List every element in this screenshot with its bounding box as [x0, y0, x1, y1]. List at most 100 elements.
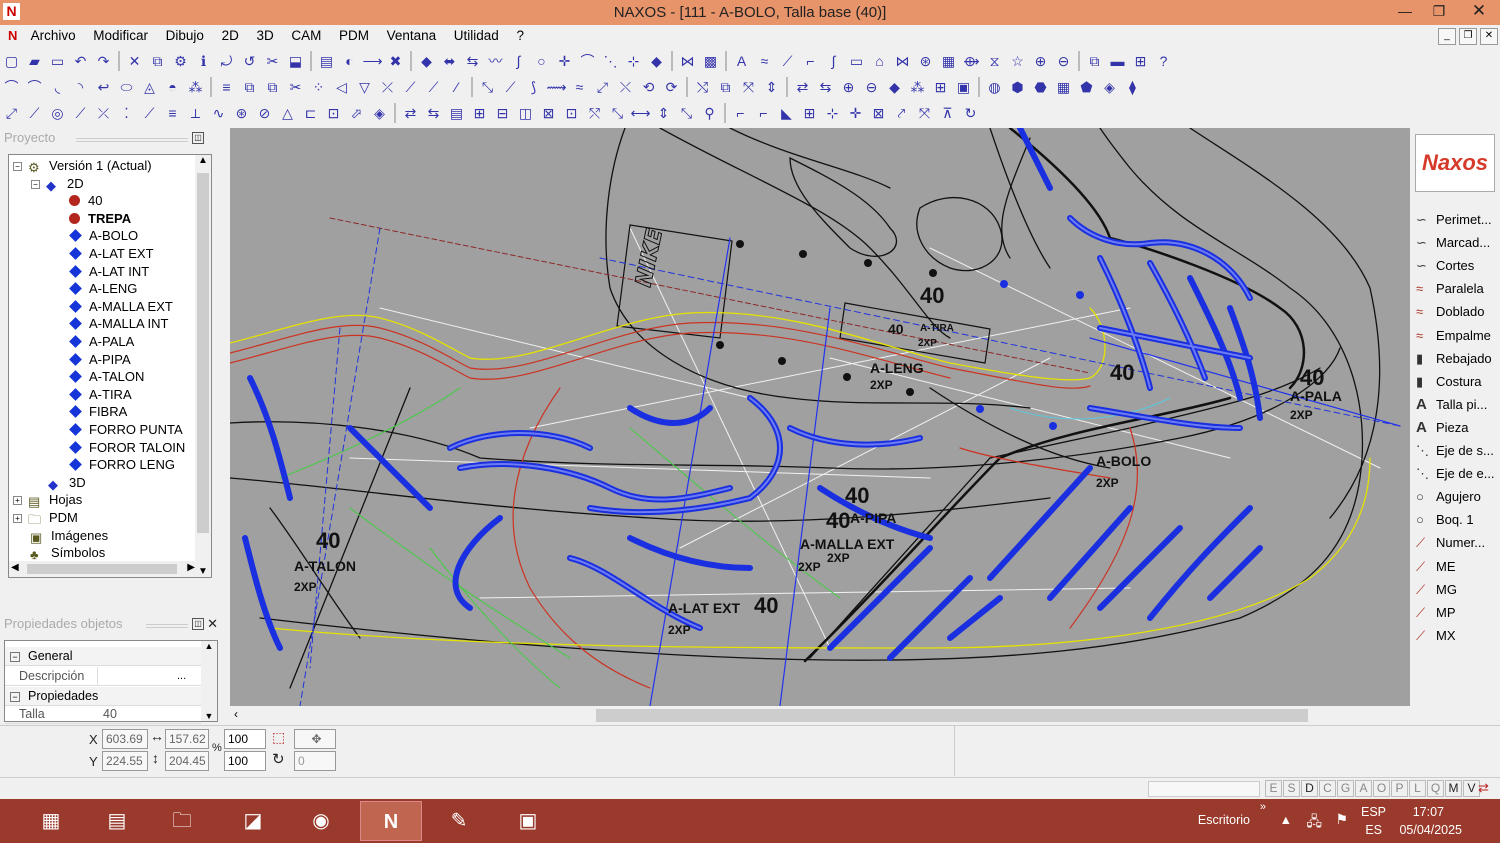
collapse-icon[interactable]: − — [10, 652, 20, 662]
tb3-tool-31-icon[interactable]: ⌐ — [730, 102, 752, 124]
tree-node-s-mbolos[interactable]: ♣ Símbolos — [13, 544, 105, 562]
tb2-tool-29-icon[interactable]: ⤭ — [692, 76, 714, 98]
tree-horizontal-scrollbar[interactable]: ◀ ▶ — [9, 561, 197, 577]
tb1-tool-33-icon[interactable]: ⌐ — [800, 50, 822, 72]
tb1-tool-9-icon[interactable]: ⤾ — [216, 50, 238, 72]
menu-utilidad[interactable]: Utilidad — [447, 25, 506, 46]
height-field[interactable]: 204.45 — [165, 751, 209, 771]
prop-category-general[interactable]: − General — [5, 647, 201, 666]
tb3-tool-20-icon[interactable]: ⊞ — [469, 102, 491, 124]
tb2-tool-44-icon[interactable]: ▦ — [1053, 76, 1075, 98]
chrome-taskbar-icon[interactable]: ◉ — [290, 801, 352, 841]
tb2-tool-12-icon[interactable]: ✂ — [285, 76, 307, 98]
tb3-tool-28-icon[interactable]: ⇕ — [653, 102, 675, 124]
tb3-tool-19-icon[interactable]: ▤ — [446, 102, 468, 124]
tb1-tool-6-icon[interactable]: ⧉ — [147, 50, 169, 72]
tb3-tool-32-icon[interactable]: ⌐ — [753, 102, 775, 124]
tb2-tool-17-icon[interactable]: ⟋ — [400, 76, 422, 98]
props-scrollbar[interactable]: ▲ ▼ — [201, 641, 217, 721]
tb1-tool-15-icon[interactable]: ⟶ — [362, 50, 384, 72]
tree-node-a-talon[interactable]: A-TALON — [69, 368, 144, 385]
tb2-tool-23-icon[interactable]: ⟿ — [546, 76, 568, 98]
snap-settings-icon[interactable]: ⇄ — [1478, 780, 1489, 796]
snap-toggle-l[interactable]: L — [1409, 780, 1426, 797]
angle-field[interactable]: 0 — [294, 751, 336, 771]
y-coordinate-field[interactable]: 224.55 — [102, 751, 148, 771]
tool-rebajado[interactable]: ▮ Rebajado — [1416, 348, 1500, 370]
tb3-tool-5-icon[interactable]: ⁚ — [116, 102, 138, 124]
prop-talla-value[interactable]: 40 — [103, 705, 117, 724]
tb1-tool-24-icon[interactable]: ⌒ — [577, 50, 599, 72]
tb2-tool-21-icon[interactable]: ⟋ — [500, 76, 522, 98]
tb2-tool-16-icon[interactable]: ⤫ — [377, 76, 399, 98]
tb3-tool-7-icon[interactable]: ≡ — [162, 102, 184, 124]
tool-eje-de-e[interactable]: ⋱ Eje de e... — [1416, 463, 1500, 485]
tb1-tool-19-icon[interactable]: ⇆ — [462, 50, 484, 72]
tb3-tool-33-icon[interactable]: ◣ — [776, 102, 798, 124]
tb1-tool-41-icon[interactable]: ⧖ — [984, 50, 1006, 72]
tb1-tool-28-icon[interactable]: ⋈ — [677, 50, 699, 72]
ellipsis-button[interactable]: ... — [177, 667, 186, 686]
tb2-tool-45-icon[interactable]: ⬟ — [1076, 76, 1098, 98]
tree-node-foror-taloin[interactable]: FOROR TALOIN — [69, 439, 185, 456]
tb2-tool-15-icon[interactable]: ▽ — [354, 76, 376, 98]
tb3-tool-35-icon[interactable]: ⊹ — [822, 102, 844, 124]
tb3-tool-40-icon[interactable]: ⊼ — [937, 102, 959, 124]
tb2-tool-13-icon[interactable]: ⁘ — [308, 76, 330, 98]
tb2-tool-38-icon[interactable]: ⁂ — [907, 76, 929, 98]
collapse-icon[interactable]: − — [13, 162, 22, 171]
maximize-button[interactable]: ❐ — [1422, 0, 1456, 22]
clock-time[interactable]: 17:07 — [1413, 805, 1444, 819]
menu-2d[interactable]: 2D — [215, 25, 246, 46]
tb2-tool-37-icon[interactable]: ◆ — [884, 76, 906, 98]
scroll-left-icon[interactable]: ◀ — [11, 562, 19, 573]
pin-icon[interactable]: ◫ — [192, 618, 204, 630]
tool-costura[interactable]: ▮ Costura — [1416, 371, 1500, 393]
tb1-tool-5-icon[interactable]: ✕ — [124, 50, 146, 72]
scale-x-field[interactable]: 100 — [224, 729, 266, 749]
tool-mx[interactable]: ⟋ MX — [1416, 625, 1500, 647]
tree-node-a-tira[interactable]: A-TIRA — [69, 386, 132, 403]
snap-toggle-a[interactable]: A — [1355, 780, 1372, 797]
tb1-tool-20-icon[interactable]: 〰 — [485, 50, 507, 72]
tb2-tool-33-icon[interactable]: ⇄ — [792, 76, 814, 98]
file-manager-taskbar-icon[interactable]: ▤ — [86, 801, 148, 841]
scroll-right-icon[interactable]: ▶ — [187, 562, 195, 573]
tree-node-2d[interactable]: − ◆ 2D — [31, 175, 84, 193]
tree-node-pdm[interactable]: + 🗀 PDM — [13, 509, 78, 527]
tb2-tool-19-icon[interactable]: ⁄ — [446, 76, 468, 98]
tree-node-im-genes[interactable]: ▣ Imágenes — [13, 527, 108, 545]
keyboard-layout-label[interactable]: ES — [1365, 823, 1382, 837]
tb3-tool-37-icon[interactable]: ⊠ — [868, 102, 890, 124]
tb3-tool-17-icon[interactable]: ⇄ — [400, 102, 422, 124]
tb1-tool-0-icon[interactable]: ▢ — [1, 50, 23, 72]
tb2-tool-6-icon[interactable]: ◬ — [139, 76, 161, 98]
tree-node-a-lat-ext[interactable]: A-LAT EXT — [69, 245, 154, 262]
snap-toggle-d[interactable]: D — [1301, 780, 1318, 797]
tb1-tool-32-icon[interactable]: ⟋ — [777, 50, 799, 72]
tb3-tool-30-icon[interactable]: ⚲ — [699, 102, 721, 124]
tree-node-a-pipa[interactable]: A-PIPA — [69, 351, 131, 368]
snap-toggle-p[interactable]: P — [1391, 780, 1408, 797]
tb3-tool-6-icon[interactable]: ⟋ — [139, 102, 161, 124]
tool-numer[interactable]: ⟋ Numer... — [1416, 532, 1500, 554]
app-taskbar-icon[interactable]: ✎ — [428, 801, 490, 841]
tb2-tool-8-icon[interactable]: ⁂ — [185, 76, 207, 98]
tb1-tool-45-icon[interactable]: ⧉ — [1084, 50, 1106, 72]
prop-row-descripcion[interactable]: Descripción ... — [5, 667, 201, 686]
tb2-tool-9-icon[interactable]: ≡ — [216, 76, 238, 98]
tb1-tool-7-icon[interactable]: ⚙ — [170, 50, 192, 72]
tb3-tool-27-icon[interactable]: ⟷ — [630, 102, 652, 124]
tb1-tool-21-icon[interactable]: ∫ — [508, 50, 530, 72]
tree-node-trepa[interactable]: TREPA — [69, 210, 131, 227]
tool-boq-1[interactable]: ○ Boq. 1 — [1416, 509, 1500, 531]
close-button[interactable]: ✕ — [1458, 0, 1500, 22]
tb2-tool-20-icon[interactable]: ⤡ — [477, 76, 499, 98]
tb2-tool-47-icon[interactable]: ⧫ — [1122, 76, 1144, 98]
tb2-tool-7-icon[interactable]: ◓ — [162, 76, 184, 98]
document-icon[interactable]: N — [0, 28, 20, 43]
scroll-down-icon[interactable]: ▼ — [195, 566, 211, 577]
tb1-tool-10-icon[interactable]: ↺ — [239, 50, 261, 72]
clock-date[interactable]: 05/04/2025 — [1399, 823, 1462, 837]
document-taskbar-icon[interactable]: ◪ — [222, 801, 284, 841]
